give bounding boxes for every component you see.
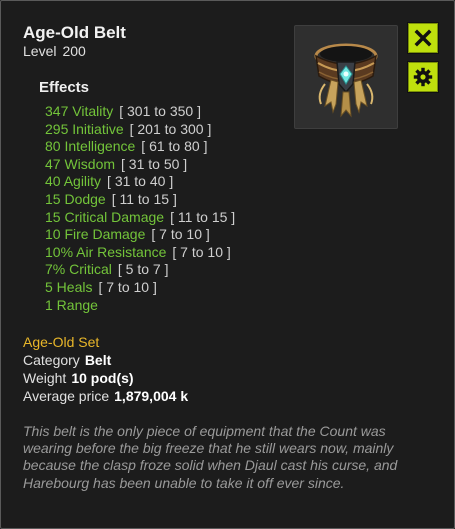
effect-row: 47 Wisdom [ 31 to 50 ] (45, 156, 235, 174)
effect-range: [ 7 to 10 ] (151, 226, 210, 243)
effect-range: [ 11 to 15 ] (111, 190, 177, 207)
effect-row: 347 Vitality [ 301 to 350 ] (45, 103, 235, 121)
close-x-icon (414, 29, 432, 47)
average-price-value: 1,879,004 k (114, 388, 189, 404)
weight-value: 10 pod(s) (71, 370, 134, 386)
effect-value: 47 Wisdom (45, 155, 116, 172)
effect-row: 295 Initiative [ 201 to 300 ] (45, 121, 235, 139)
item-level: Level 200 (23, 43, 86, 59)
effect-value: 295 Initiative (45, 120, 124, 137)
effect-range: [ 61 to 80 ] (141, 138, 208, 155)
effect-row: 40 Agility [ 31 to 40 ] (45, 173, 235, 191)
item-description: This belt is the only piece of equipment… (23, 423, 398, 491)
effect-row: 5 Heals [ 7 to 10 ] (45, 279, 235, 297)
effect-value: 7% Critical (45, 261, 112, 278)
effects-heading: Effects (39, 79, 90, 96)
close-button[interactable] (407, 22, 439, 54)
belt-item-icon (314, 43, 378, 118)
effect-value: 347 Vitality (45, 103, 114, 119)
effect-value: 1 Range (45, 296, 98, 313)
effect-range: [ 201 to 300 ] (129, 120, 212, 137)
effect-range: [ 31 to 40 ] (107, 173, 174, 190)
effect-value: 80 Intelligence (45, 138, 136, 155)
weight-label: Weight (23, 370, 67, 386)
effect-row: 15 Dodge [ 11 to 15 ] (45, 191, 235, 209)
item-name: Age-Old Belt (23, 23, 126, 42)
effect-range: [ 7 to 10 ] (98, 278, 157, 295)
settings-button[interactable] (407, 61, 439, 93)
item-set-name[interactable]: Age-Old Set (23, 334, 99, 350)
category-value: Belt (84, 352, 112, 368)
level-label: Level (23, 43, 57, 59)
category-row: Category Belt (23, 352, 111, 368)
effect-row: 80 Intelligence [ 61 to 80 ] (45, 138, 235, 156)
effects-list: 347 Vitality [ 301 to 350 ] 295 Initiativ… (45, 103, 235, 314)
effect-range: [ 7 to 10 ] (172, 243, 231, 260)
effect-row: 10 Fire Damage [ 7 to 10 ] (45, 226, 235, 244)
gear-icon (413, 67, 433, 87)
effect-value: 5 Heals (45, 278, 93, 295)
effect-range: [ 31 to 50 ] (121, 155, 188, 172)
effect-value: 10 Fire Damage (45, 226, 146, 243)
effect-row: 1 Range (45, 297, 235, 315)
average-price-row: Average price 1,879,004 k (23, 388, 188, 404)
category-label: Category (23, 352, 80, 368)
average-price-label: Average price (23, 388, 110, 404)
effect-range: [ 11 to 15 ] (170, 208, 236, 225)
effect-range: [ 301 to 350 ] (119, 103, 201, 119)
effect-value: 10% Air Resistance (45, 243, 167, 260)
effect-value: 40 Agility (45, 173, 102, 190)
weight-row: Weight 10 pod(s) (23, 370, 134, 386)
effect-row: 7% Critical [ 5 to 7 ] (45, 261, 235, 279)
effect-value: 15 Dodge (45, 190, 106, 207)
effect-value: 15 Critical Damage (45, 208, 165, 225)
item-tooltip-panel: Age-Old Belt Level 200 Effects 347 Vital… (0, 0, 455, 529)
level-value: 200 (62, 43, 86, 59)
item-image-frame (294, 25, 398, 129)
effect-row: 15 Critical Damage [ 11 to 15 ] (45, 209, 235, 227)
effect-row: 10% Air Resistance [ 7 to 10 ] (45, 244, 235, 262)
effect-range: [ 5 to 7 ] (117, 261, 169, 278)
